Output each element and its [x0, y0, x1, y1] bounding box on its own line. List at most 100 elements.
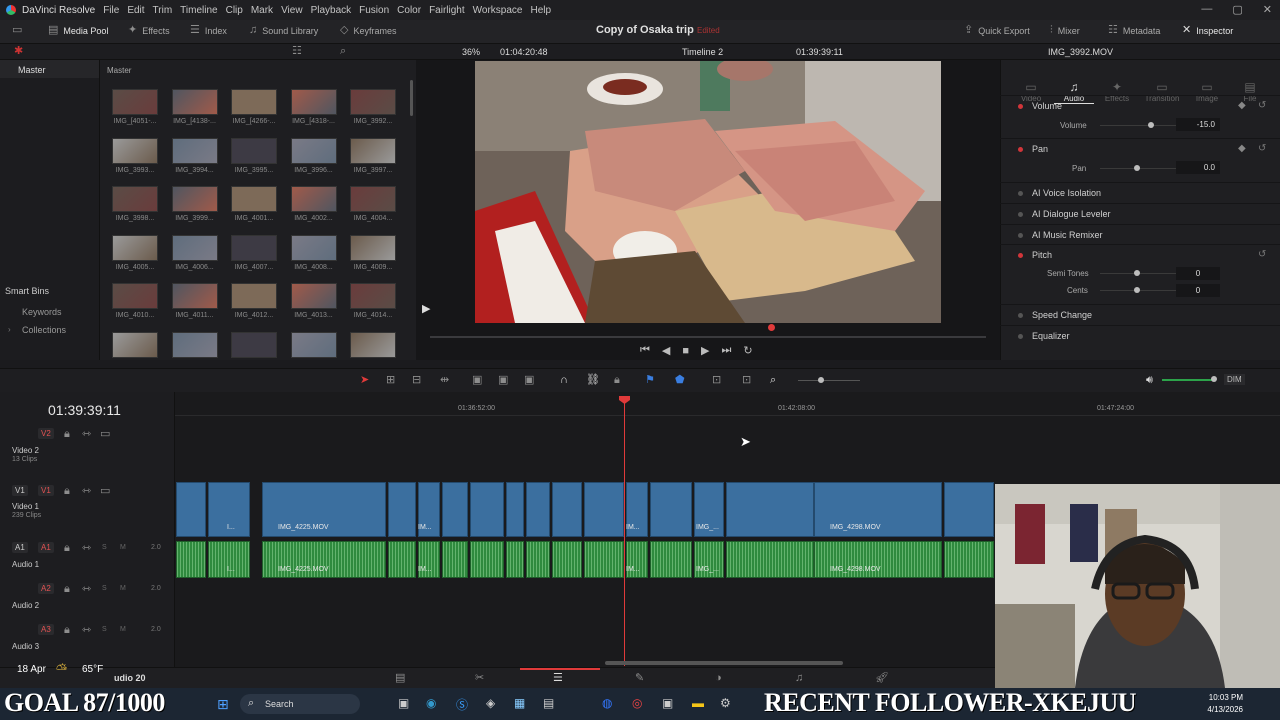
app-icon[interactable]: ▣	[662, 696, 673, 710]
viewer-scrubber[interactable]	[430, 336, 986, 338]
taskbar-time[interactable]: 10:03 PM	[1203, 693, 1243, 702]
audio-clip[interactable]	[176, 541, 206, 578]
flag-icon[interactable]: ⚑	[645, 375, 655, 386]
enable-dot[interactable]	[1018, 212, 1023, 217]
lock-track-icon[interactable]: 🔒︎	[64, 543, 70, 554]
track-enable-icon[interactable]: ▭	[100, 429, 110, 440]
fusion-page-icon[interactable]: ✎	[635, 673, 644, 684]
cut-page-icon[interactable]: ✂	[475, 673, 484, 684]
enable-dot[interactable]	[1018, 147, 1023, 152]
media-thumbnail[interactable]	[350, 137, 396, 164]
reset-icon[interactable]: ↺	[1258, 143, 1266, 154]
lock-track-icon[interactable]: 🔒︎	[64, 584, 70, 595]
ai-dialogue-leveler-section[interactable]: AI Dialogue Leveler	[1000, 203, 1280, 223]
audio-clip[interactable]	[944, 541, 994, 578]
lock-icon[interactable]: 🔒︎	[614, 375, 620, 386]
skype-icon[interactable]: Ⓢ	[456, 696, 468, 713]
master-volume-slider[interactable]	[1162, 379, 1214, 381]
video-clip[interactable]	[944, 482, 994, 537]
media-page-icon[interactable]: ▤	[395, 673, 405, 684]
scrubber-playhead[interactable]	[768, 324, 775, 331]
media-thumbnail[interactable]	[171, 89, 218, 115]
solo-button[interactable]: S	[102, 626, 107, 633]
pan-value-input[interactable]: 0.0	[1176, 161, 1220, 174]
menu-workspace[interactable]: Workspace	[473, 5, 523, 16]
snapping-icon[interactable]: ∩	[560, 375, 568, 386]
dynamic-trim-icon[interactable]: ⊟	[412, 375, 421, 386]
selection-tool-icon[interactable]: ➤	[360, 375, 369, 386]
audio-clip[interactable]	[650, 541, 692, 578]
pan-slider[interactable]	[1100, 168, 1180, 169]
media-thumbnail[interactable]	[350, 89, 396, 115]
video-clip[interactable]	[726, 482, 814, 537]
auto-select-icon[interactable]: ⇿	[82, 625, 91, 636]
video-clip[interactable]	[650, 482, 692, 537]
media-thumbnail[interactable]	[112, 283, 158, 309]
mute-button[interactable]: M	[120, 585, 126, 592]
menu-timeline[interactable]: Timeline	[180, 5, 217, 16]
track-enable-icon[interactable]: ▭	[100, 486, 110, 497]
cents-slider[interactable]	[1100, 290, 1180, 291]
inspector-button[interactable]: ✕ Inspector	[1182, 25, 1233, 36]
track-v1-tag[interactable]: V1	[38, 485, 54, 496]
dim-button[interactable]: DIM	[1224, 374, 1245, 385]
speed-change-section[interactable]: Speed Change	[1000, 304, 1280, 324]
media-pool-scrollbar[interactable]	[410, 80, 413, 116]
pitch-section[interactable]: Pitch ↺	[1000, 244, 1280, 264]
smart-bin-collections[interactable]: Collections	[22, 325, 66, 335]
audio-clip[interactable]	[506, 541, 524, 578]
keyframe-icon[interactable]: ◆	[1238, 143, 1246, 154]
zoom-app-icon[interactable]: ◍	[602, 696, 612, 710]
search-icon[interactable]: ⌕	[340, 46, 346, 57]
media-thumbnail[interactable]	[350, 283, 396, 309]
audio-clip[interactable]	[584, 541, 624, 578]
zoom-detail-icon[interactable]: ⊡	[742, 375, 751, 386]
color-page-icon[interactable]: ◑	[715, 673, 722, 684]
media-thumbnail[interactable]	[231, 89, 277, 115]
menu-mark[interactable]: Mark	[251, 5, 273, 16]
mute-button[interactable]: M	[120, 544, 126, 551]
quick-export-button[interactable]: ⇪ Quick Export	[964, 25, 1030, 36]
zoom-level[interactable]: 36%	[462, 47, 480, 57]
edit-page-icon[interactable]: ☰	[553, 673, 563, 684]
cents-value-input[interactable]: 0	[1176, 284, 1220, 297]
menu-fusion[interactable]: Fusion	[359, 5, 389, 16]
menu-file[interactable]: File	[103, 5, 119, 16]
mixer-button[interactable]: ⫶ Mixer	[1050, 25, 1080, 36]
smart-bin-keywords[interactable]: Keywords	[22, 307, 62, 317]
play-icon[interactable]: ▶	[701, 344, 709, 357]
zoom-full-icon[interactable]: ⊡	[712, 375, 721, 386]
track-v2-tag[interactable]: V2	[38, 428, 54, 439]
media-thumbnail[interactable]	[112, 331, 158, 358]
video-clip[interactable]	[552, 482, 582, 537]
app-icon[interactable]: ◈	[486, 696, 495, 710]
menu-view[interactable]: View	[281, 5, 303, 16]
volume-slider[interactable]	[1100, 125, 1180, 126]
trim-tool-icon[interactable]: ⊞	[386, 375, 395, 386]
cents-knob[interactable]	[1134, 287, 1140, 293]
media-thumbnail[interactable]	[290, 89, 337, 115]
menu-help[interactable]: Help	[530, 5, 551, 16]
media-thumbnail[interactable]	[350, 186, 396, 212]
metadata-button[interactable]: ☷ Metadata	[1108, 25, 1160, 36]
media-thumbnail[interactable]	[112, 89, 158, 115]
track-a2-tag[interactable]: A2	[38, 583, 54, 594]
step-back-icon[interactable]: ◀	[662, 344, 670, 357]
timeline-selector[interactable]: Timeline 2	[682, 47, 723, 57]
media-thumbnail[interactable]	[350, 234, 396, 261]
deliver-page-icon[interactable]: 🚀︎	[875, 673, 889, 684]
semitones-slider[interactable]	[1100, 273, 1180, 274]
video-clip[interactable]	[388, 482, 416, 537]
enable-dot[interactable]	[1018, 104, 1023, 109]
pan-section[interactable]: Pan ◆ ↺	[1000, 138, 1280, 158]
media-thumbnail[interactable]	[231, 331, 277, 358]
overwrite-clip-icon[interactable]: ▣	[498, 375, 508, 386]
video-clip[interactable]	[584, 482, 624, 537]
ai-voice-isolation-section[interactable]: AI Voice Isolation	[1000, 182, 1280, 202]
store-icon[interactable]: ▤	[543, 696, 554, 710]
media-thumbnail[interactable]	[171, 331, 218, 358]
track-a1-tag[interactable]: A1	[38, 542, 54, 553]
video-clip[interactable]	[506, 482, 524, 537]
lock-track-icon[interactable]: 🔒︎	[64, 486, 70, 497]
media-thumbnail[interactable]	[290, 331, 337, 358]
